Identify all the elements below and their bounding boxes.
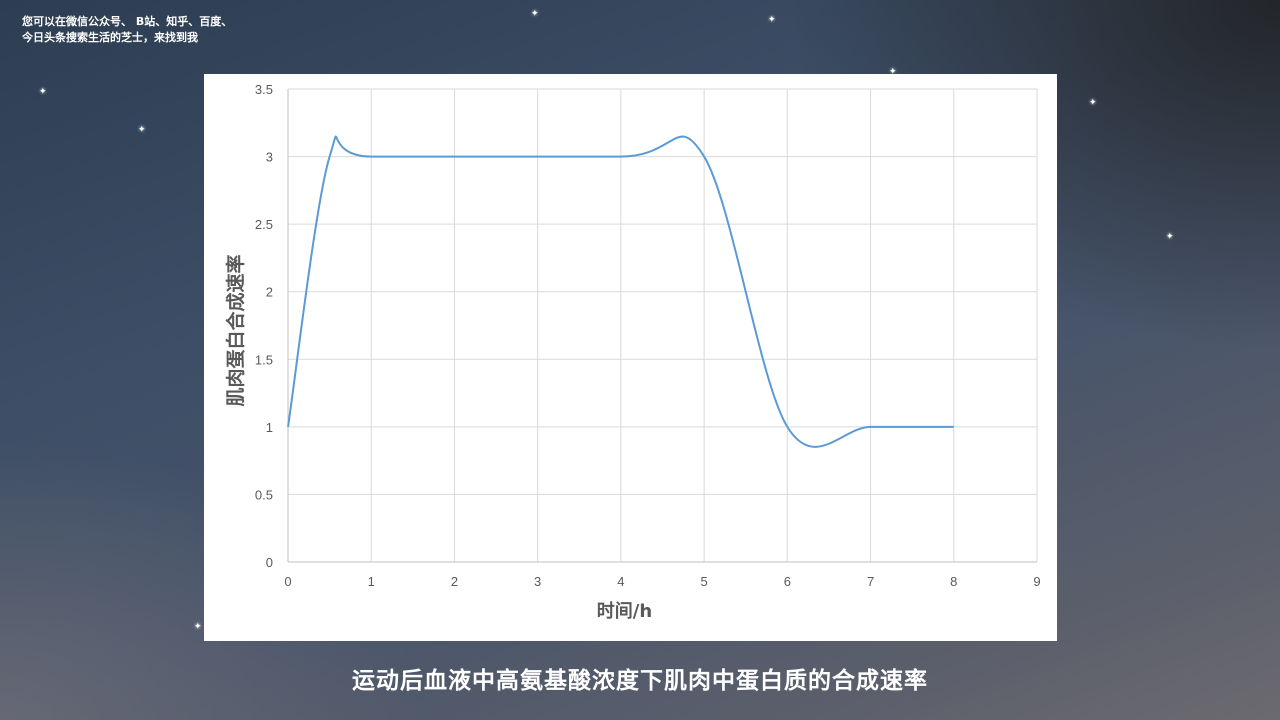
y-tick-label: 2.5 [255, 217, 273, 232]
star-icon: ✦ [768, 15, 776, 25]
star-icon: ✦ [531, 9, 539, 19]
y-tick-label: 1 [266, 420, 273, 435]
star-icon: ✦ [138, 125, 146, 135]
x-tick-label: 6 [784, 574, 791, 589]
y-axis-title: 肌肉蛋白合成速率 [224, 254, 247, 406]
chart-panel: 0 1 2 3 4 5 6 7 8 9 0 0.5 1 1.5 2 2.5 3 3.5 时间/h 肌肉蛋白合成速率 [204, 74, 1057, 641]
y-tick-label: 3 [266, 150, 273, 165]
x-tick-label: 4 [617, 574, 624, 589]
y-tick-label: 3.5 [255, 82, 273, 97]
star-icon: ✦ [194, 622, 202, 632]
x-tick-label: 2 [451, 574, 458, 589]
star-icon: ✦ [1166, 232, 1174, 242]
y-tick-label: 1.5 [255, 352, 273, 367]
x-tick-label: 1 [368, 574, 375, 589]
line-chart: 0 1 2 3 4 5 6 7 8 9 0 0.5 1 1.5 2 2.5 3 3.5 时间/h 肌肉蛋白合成速率 [224, 82, 1041, 622]
y-tick-label: 0.5 [255, 487, 273, 502]
watermark-text: 您可以在微信公众号、 B站、知乎、百度、 今日头条搜索生活的芝士，来找到我 [22, 15, 233, 44]
x-tick-label: 8 [950, 574, 957, 589]
x-tick-label: 0 [284, 574, 291, 589]
star-icon: ✦ [1089, 98, 1097, 108]
x-tick-label: 9 [1033, 574, 1040, 589]
star-icon: ✦ [39, 87, 47, 97]
y-tick-label: 0 [266, 555, 273, 570]
y-tick-label: 2 [266, 285, 273, 300]
chart-caption: 运动后血液中高氨基酸浓度下肌肉中蛋白质的合成速率 [352, 668, 928, 694]
x-axis-title: 时间/h [597, 601, 652, 622]
x-tick-label: 5 [700, 574, 707, 589]
x-tick-label: 3 [534, 574, 541, 589]
x-tick-label: 7 [867, 574, 874, 589]
